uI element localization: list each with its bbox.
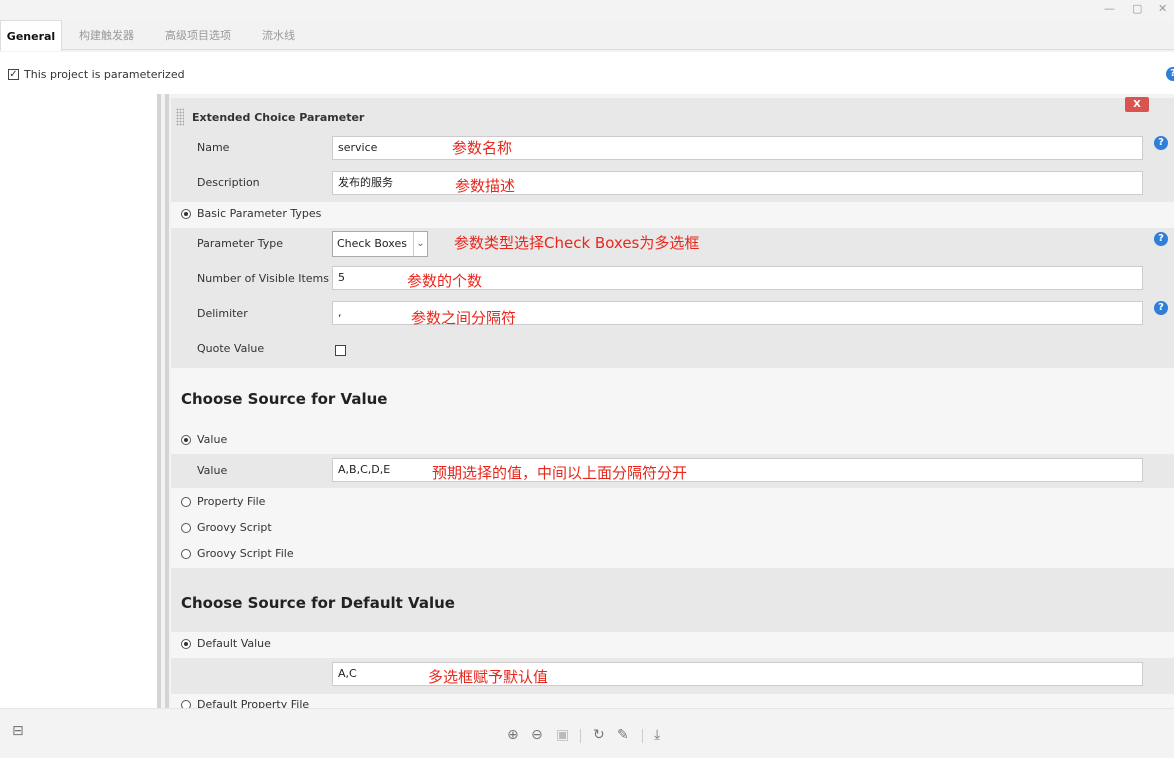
parameter-type-help-icon[interactable]: ? — [1154, 232, 1168, 246]
default-property-file-radio[interactable] — [181, 700, 191, 708]
delete-parameter-button[interactable]: X — [1125, 97, 1149, 112]
default-property-file-label: Default Property File — [197, 698, 310, 708]
value-radio-label: Value — [197, 433, 228, 446]
edit-icon[interactable]: ✎ — [617, 727, 629, 743]
visible-items-label: Number of Visible Items — [197, 272, 329, 285]
config-tabs: General 构建触发器 高级项目选项 流水线 — [0, 20, 1174, 51]
annotation-value: 预期选择的值，中间以上面分隔符分开 — [432, 464, 688, 482]
default-value-radio[interactable] — [181, 639, 191, 649]
property-file-label: Property File — [197, 495, 266, 508]
tab-general[interactable]: General — [0, 20, 62, 51]
parameterized-checkbox[interactable]: ✓ — [8, 69, 19, 80]
zoom-in-icon[interactable]: ⊕ — [507, 727, 519, 743]
groovy-script-file-label: Groovy Script File — [197, 547, 294, 560]
groovy-script-file-radio[interactable] — [181, 549, 191, 559]
groovy-script-label: Groovy Script — [197, 521, 272, 534]
value-radio[interactable] — [181, 435, 191, 445]
rotate-icon[interactable]: ↻ — [593, 727, 605, 743]
name-help-icon[interactable]: ? — [1154, 136, 1168, 150]
panel-toggle-icon[interactable]: ⊟ — [12, 723, 24, 739]
toolbar-separator — [642, 729, 643, 743]
name-label: Name — [197, 141, 230, 154]
tab-pipeline[interactable]: 流水线 — [262, 20, 295, 50]
parameter-type-value: Check Boxes — [337, 237, 407, 250]
annotation-type: 参数类型选择Check Boxes为多选框 — [454, 234, 700, 252]
annotation-default: 多选框赋予默认值 — [428, 668, 549, 686]
quote-band — [171, 333, 1174, 368]
chevron-down-icon: ⌄ — [413, 232, 427, 256]
left-panel — [0, 94, 158, 708]
download-icon[interactable]: ⤓ — [654, 727, 660, 743]
toolbar-separator — [580, 729, 581, 743]
tab-advanced-options[interactable]: 高级项目选项 — [165, 20, 231, 50]
value-radio-band — [171, 428, 1174, 454]
quote-value-label: Quote Value — [197, 342, 265, 355]
delimiter-help-icon[interactable]: ? — [1154, 301, 1168, 315]
actual-size-icon[interactable]: ▣ — [556, 727, 569, 743]
inner-indent-bar — [165, 94, 169, 708]
delimiter-label: Delimiter — [197, 307, 248, 320]
parameter-type-select[interactable]: Check Boxes ⌄ — [332, 231, 428, 257]
parameterized-row: ✓ This project is parameterized ? — [0, 52, 1174, 94]
property-file-radio[interactable] — [181, 497, 191, 507]
zoom-out-icon[interactable]: ⊖ — [531, 727, 543, 743]
annotation-delimiter: 参数之间分隔符 — [411, 309, 517, 327]
maximize-icon[interactable]: ▢ — [1132, 2, 1142, 15]
description-field[interactable]: 发布的服务 — [332, 171, 1143, 195]
parameterized-help-icon[interactable]: ? — [1166, 67, 1174, 81]
basic-types-band — [171, 202, 1174, 228]
description-label: Description — [197, 176, 260, 189]
annotation-description: 参数描述 — [455, 177, 516, 195]
default-property-band — [171, 694, 1174, 708]
annotation-name: 参数名称 — [452, 139, 513, 157]
groovy-script-radio[interactable] — [181, 523, 191, 533]
parameterized-label: This project is parameterized — [24, 68, 185, 81]
default-source-title: Choose Source for Default Value — [181, 594, 455, 612]
tab-build-triggers[interactable]: 构建触发器 — [79, 20, 134, 50]
value-label: Value — [197, 464, 228, 477]
parameter-type-label: Parameter Type — [197, 237, 283, 250]
basic-types-label: Basic Parameter Types — [197, 207, 322, 220]
annotation-count: 参数的个数 — [407, 272, 483, 290]
close-icon[interactable]: ✕ — [1158, 2, 1167, 15]
param-block-title: Extended Choice Parameter — [192, 111, 365, 124]
outer-indent-bar — [157, 94, 161, 708]
viewer-toolbar: ⊟ ⊕ ⊖ ▣ ↻ ✎ ⤓ — [0, 708, 1174, 758]
drag-handle-icon[interactable] — [176, 108, 184, 126]
default-radio-band — [171, 632, 1174, 658]
parameter-block: Extended Choice Parameter Name service D… — [171, 98, 1174, 708]
quote-value-checkbox[interactable] — [335, 345, 346, 356]
default-value-radio-label: Default Value — [197, 637, 271, 650]
minimize-icon[interactable]: — — [1104, 2, 1115, 15]
value-other-options-band — [171, 488, 1174, 568]
basic-types-radio[interactable] — [181, 209, 191, 219]
window-titlebar: — ▢ ✕ — [0, 0, 1174, 20]
value-source-title: Choose Source for Value — [181, 390, 388, 408]
